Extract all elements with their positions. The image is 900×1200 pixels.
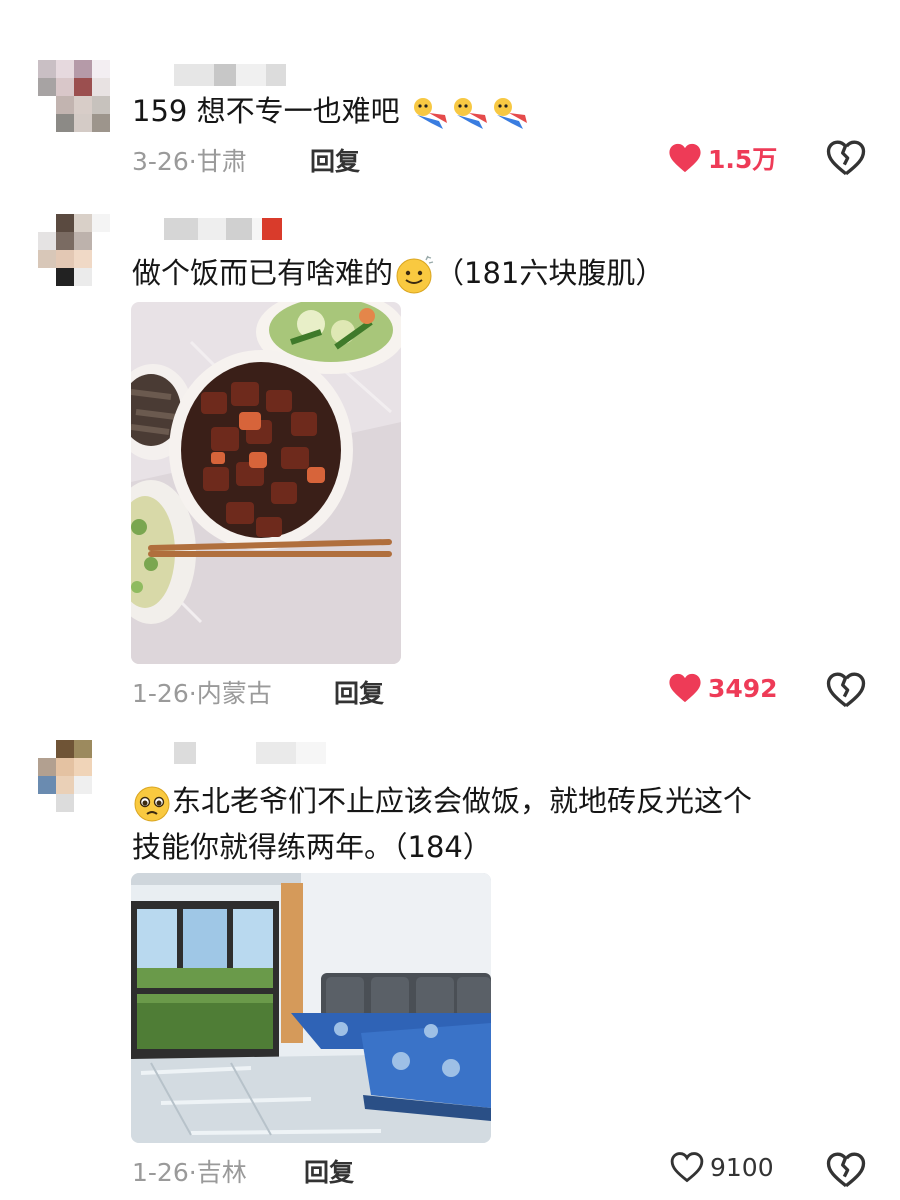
- comment-meta: 3-26·甘肃: [132, 147, 247, 176]
- comment-text: 做个饭而已有啥难的 （181六块腹肌）: [132, 250, 664, 296]
- heart-icon: [670, 1152, 704, 1183]
- comment-meta: 1-26·吉林: [132, 1158, 247, 1187]
- avatar[interactable]: [38, 214, 110, 286]
- fox-emoji-icon: [413, 98, 447, 129]
- like-count: 3492: [708, 673, 778, 703]
- living-room-photo[interactable]: [131, 873, 491, 1143]
- comment-text: 159 想不专一也难吧: [132, 88, 529, 134]
- username-blurred[interactable]: [132, 64, 286, 86]
- like-count: 9100: [710, 1152, 774, 1182]
- username-blurred[interactable]: [132, 218, 282, 240]
- reply-button[interactable]: 回复: [304, 1153, 354, 1189]
- avatar[interactable]: [38, 740, 110, 812]
- heart-icon: [669, 143, 701, 173]
- smile-emoji-icon: [396, 255, 434, 294]
- broken-heart-icon[interactable]: [826, 1150, 866, 1190]
- pleading-emoji-icon: [134, 786, 170, 822]
- reply-button[interactable]: 回复: [334, 674, 384, 710]
- reply-button[interactable]: 回复: [310, 142, 360, 178]
- heart-icon: [669, 673, 701, 703]
- fox-emoji-icon: [493, 98, 527, 129]
- braised-pork-dinner-photo[interactable]: [131, 302, 401, 664]
- comment-text: 东北老爷们不止应该会做饭，就地砖反光这个 技能你就得练两年。（184）: [132, 784, 753, 864]
- broken-heart-icon[interactable]: [826, 138, 866, 178]
- broken-heart-icon[interactable]: [826, 670, 866, 710]
- avatar[interactable]: [38, 60, 110, 132]
- like-button[interactable]: 3492: [668, 672, 778, 704]
- like-button[interactable]: 1.5万: [668, 140, 777, 176]
- like-button[interactable]: 9100: [670, 1151, 774, 1183]
- like-count: 1.5万: [708, 145, 778, 174]
- username-blurred[interactable]: [132, 742, 326, 764]
- fox-emoji-icon: [453, 98, 487, 129]
- comment-meta: 1-26·内蒙古: [132, 679, 272, 708]
